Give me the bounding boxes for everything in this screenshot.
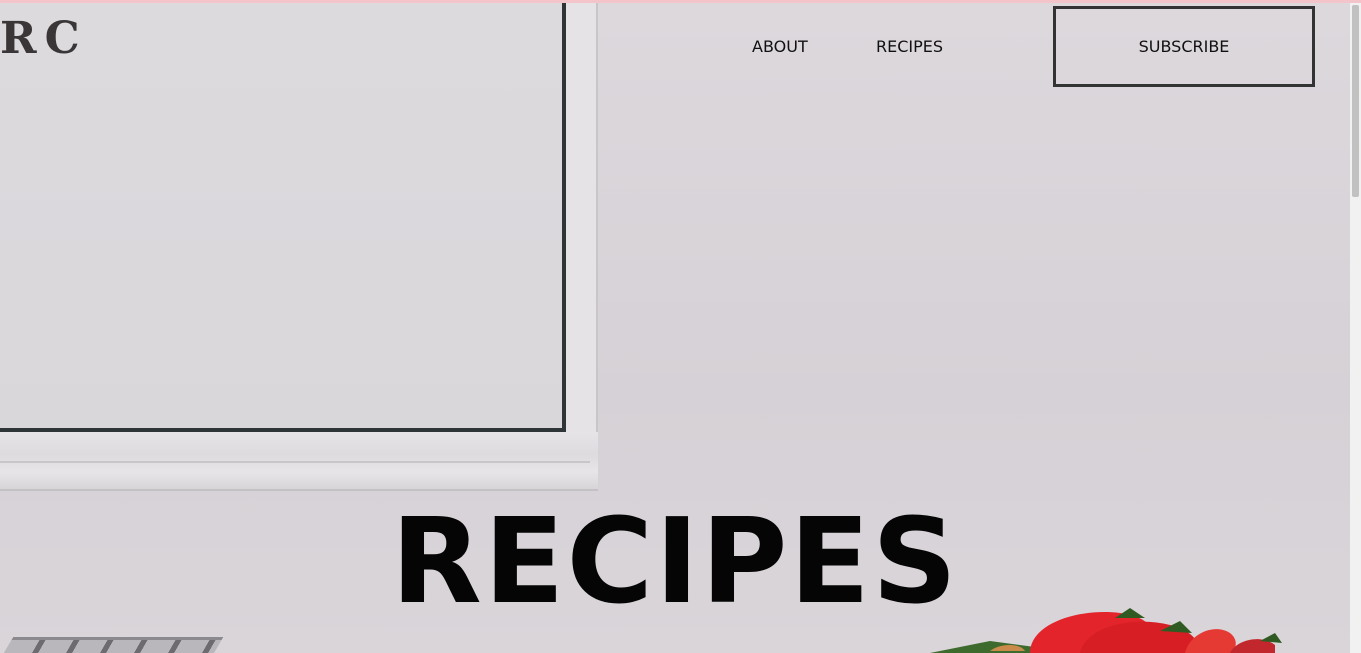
hero-title: RECIPES	[390, 492, 960, 630]
subscribe-button[interactable]: SUBSCRIBE	[1053, 6, 1315, 87]
window-frame-image	[566, 3, 598, 489]
counter-object-image	[0, 637, 224, 653]
scrollbar-thumb[interactable]	[1352, 5, 1359, 197]
hero-section: RC ABOUT RECIPES SUBSCRIBE RECIPES	[0, 3, 1350, 653]
site-logo[interactable]: RC	[0, 15, 88, 63]
nav-about-link[interactable]: ABOUT	[752, 37, 808, 57]
vertical-scrollbar[interactable]	[1350, 3, 1361, 653]
window-pane-image	[0, 3, 566, 432]
window-sill-line	[0, 461, 590, 463]
nav-recipes-link[interactable]: RECIPES	[876, 37, 943, 57]
